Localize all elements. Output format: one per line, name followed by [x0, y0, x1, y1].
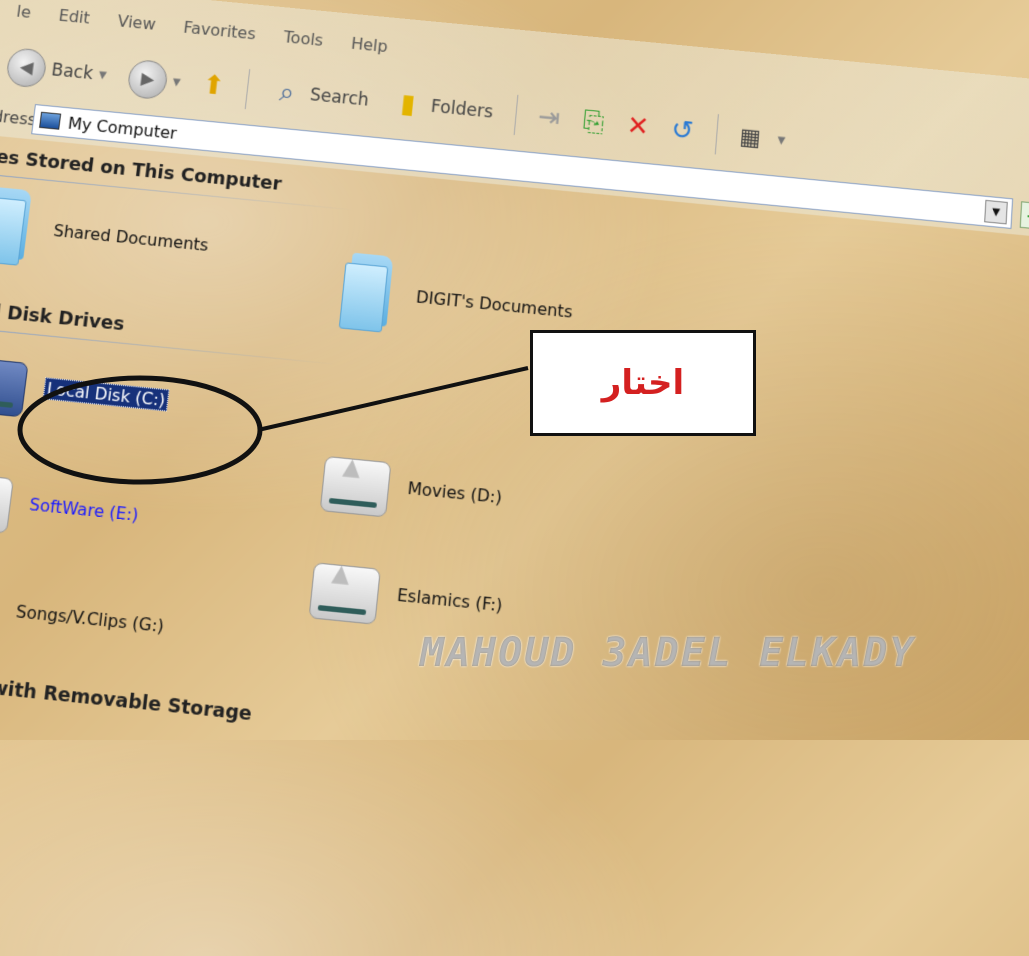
annotation-overlay: [0, 0, 1029, 740]
callout-box: اختار: [530, 330, 756, 436]
callout-line: [258, 368, 528, 430]
watermark: MAHOUD 3ADEL ELKADY: [420, 630, 916, 676]
callout-text: اختار: [602, 363, 684, 403]
highlight-ellipse: [20, 378, 260, 482]
